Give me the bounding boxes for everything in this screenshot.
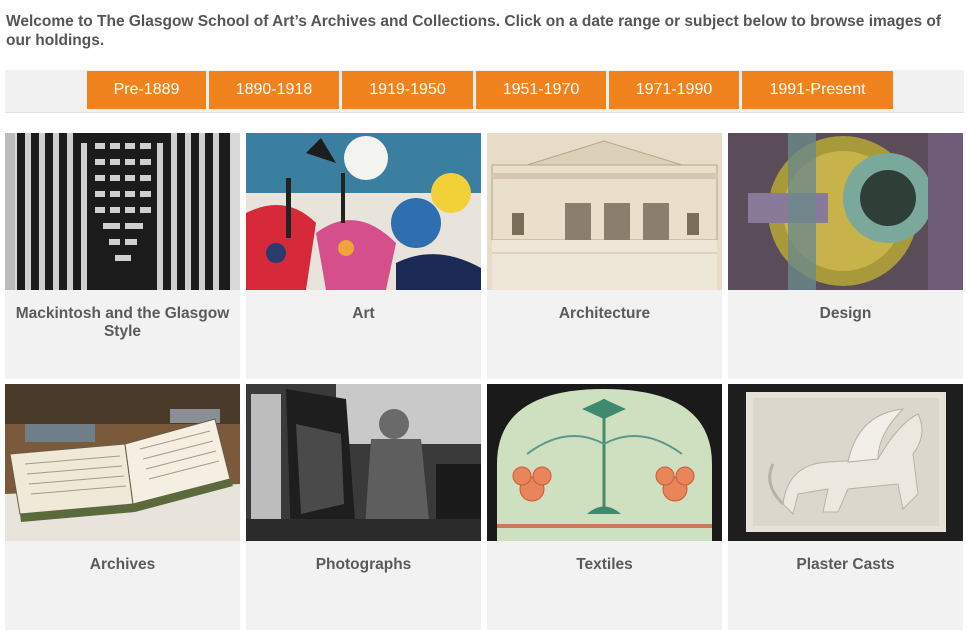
subject-tile-art[interactable]: Art	[246, 133, 481, 379]
subject-label: Plaster Casts	[796, 556, 895, 573]
griffin-relief-image	[728, 384, 963, 541]
date-range-button[interactable]: 1991-Present	[742, 71, 893, 109]
subject-label: Mackintosh and the Glasgow Style	[15, 305, 230, 340]
subject-label: Design	[819, 305, 872, 322]
subject-tile-archives[interactable]: Archives	[5, 384, 240, 630]
subject-tile-textiles[interactable]: Textiles	[487, 384, 722, 630]
date-range-button[interactable]: 1951-1970	[476, 71, 606, 109]
design-artwork-image	[728, 133, 963, 290]
intro-text: Welcome to The Glasgow School of Art’s A…	[6, 13, 942, 49]
subject-label: Architecture	[558, 305, 651, 322]
open-ledger-image	[5, 384, 240, 541]
architectural-drawing-image	[487, 133, 722, 290]
abstract-painting-image	[246, 133, 481, 290]
subject-tile-plaster-casts[interactable]: Plaster Casts	[728, 384, 963, 630]
embroidered-textile-image	[487, 384, 722, 541]
subject-tile-mackintosh[interactable]: Mackintosh and the Glasgow Style	[5, 133, 240, 379]
date-range-bar: Pre-1889 1890-1918 1919-1950 1951-1970 1…	[5, 70, 964, 113]
painter-photograph-image	[246, 384, 481, 541]
date-range-button[interactable]: Pre-1889	[87, 71, 206, 109]
subject-label: Photographs	[315, 556, 412, 573]
date-range-button[interactable]: 1890-1918	[209, 71, 339, 109]
subject-label: Archives	[89, 556, 156, 573]
subject-label: Art	[352, 305, 375, 322]
mackintosh-chair-image	[5, 133, 240, 290]
subject-tile-architecture[interactable]: Architecture	[487, 133, 722, 379]
date-range-buttons: Pre-1889 1890-1918 1919-1950 1951-1970 1…	[87, 71, 893, 109]
date-range-button[interactable]: 1919-1950	[342, 71, 473, 109]
subject-tile-photographs[interactable]: Photographs	[246, 384, 481, 630]
subject-tile-design[interactable]: Design	[728, 133, 963, 379]
subject-label: Textiles	[576, 556, 633, 573]
date-range-button[interactable]: 1971-1990	[609, 71, 739, 109]
